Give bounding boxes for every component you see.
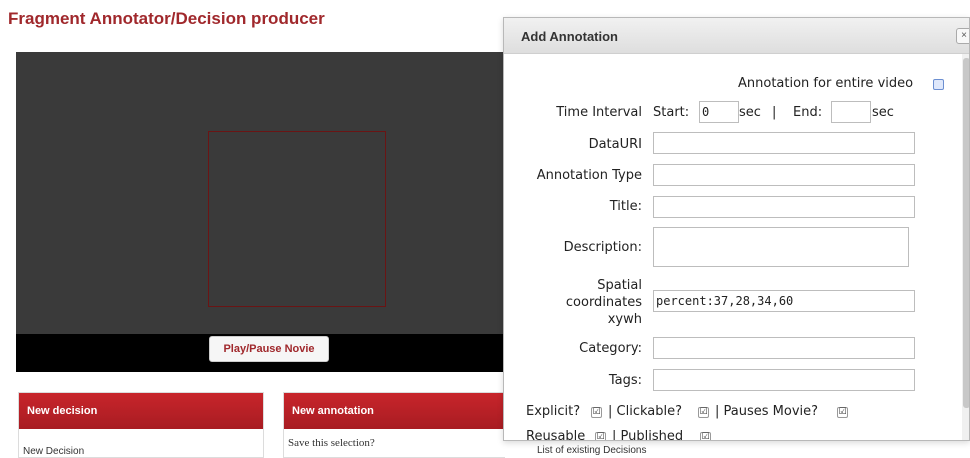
spatial-coordinates-input[interactable]: [653, 290, 915, 312]
description-label: Description:: [563, 240, 642, 255]
time-separator: |: [772, 105, 777, 120]
pauses-movie-checkbox[interactable]: ☑: [837, 407, 848, 418]
spatial-label-line2: coordinates: [565, 295, 642, 310]
new-annotation-header[interactable]: New annotation: [284, 393, 505, 429]
spatial-label-line3: xywh: [607, 312, 642, 327]
clickable-checkbox[interactable]: ☑: [698, 407, 709, 418]
reusable-label: Reusable: [526, 429, 586, 441]
dialog-titlebar[interactable]: Add Annotation ×: [504, 18, 969, 54]
entire-video-label: Annotation for entire video: [738, 76, 914, 91]
category-input[interactable]: [653, 337, 915, 359]
start-input[interactable]: [699, 101, 739, 123]
title-input[interactable]: [653, 196, 915, 218]
published-label: | Published: [612, 429, 684, 441]
spatial-label-line1: Spatial: [597, 278, 642, 293]
new-annotation-body: Save this selection?: [288, 437, 375, 449]
description-textarea[interactable]: [653, 227, 909, 267]
explicit-checkbox[interactable]: ☑: [591, 407, 602, 418]
existing-decisions-label: List of existing Decisions: [537, 445, 647, 456]
title-label: Title:: [609, 199, 642, 214]
new-decision-body: New Decision: [23, 446, 85, 457]
end-label: End:: [793, 105, 823, 120]
clickable-label: | Clickable?: [608, 404, 682, 419]
new-annotation-panel: New annotation Save this selection?: [283, 392, 505, 458]
tags-input[interactable]: [653, 369, 915, 391]
spatial-selection-box[interactable]: [208, 131, 386, 307]
tags-label: Tags:: [608, 373, 642, 388]
explicit-label: Explicit?: [526, 404, 581, 419]
dialog-scrollbar-thumb[interactable]: [963, 58, 969, 408]
annotation-type-label: Annotation Type: [536, 168, 642, 183]
time-interval-label: Time Interval: [556, 105, 642, 120]
published-checkbox[interactable]: ☑: [700, 432, 711, 440]
play-pause-button[interactable]: Play/Pause Novie: [209, 336, 329, 362]
pauses-movie-label: | Pauses Movie?: [715, 404, 819, 419]
start-label: Start:: [653, 105, 690, 120]
entire-video-checkbox[interactable]: [933, 79, 944, 90]
data-uri-input[interactable]: [653, 132, 915, 154]
reusable-checkbox[interactable]: ☑: [595, 432, 606, 440]
add-annotation-dialog: Add Annotation × Annotation for entire v…: [503, 17, 970, 441]
dialog-title: Add Annotation: [521, 29, 618, 44]
close-icon[interactable]: ×: [956, 28, 969, 44]
end-unit: sec: [872, 105, 894, 120]
end-input[interactable]: [831, 101, 871, 123]
new-decision-panel: New decision New Decision: [18, 392, 264, 458]
video-player[interactable]: [16, 52, 516, 334]
category-label: Category:: [579, 341, 642, 356]
page-title: Fragment Annotator/Decision producer: [8, 9, 325, 28]
data-uri-label: DataURI: [588, 137, 642, 152]
start-unit: sec: [739, 105, 761, 120]
annotation-type-input[interactable]: [653, 164, 915, 186]
new-decision-header[interactable]: New decision: [19, 393, 263, 429]
